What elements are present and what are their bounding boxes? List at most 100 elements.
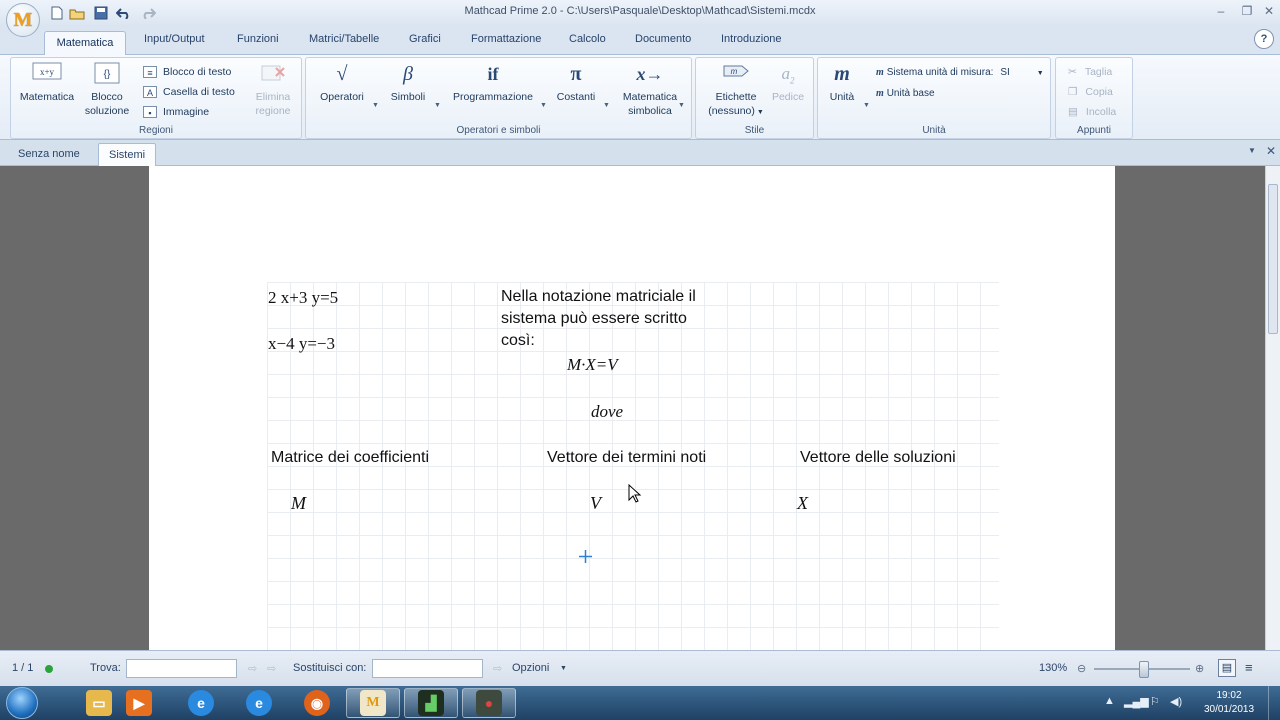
- trova-input[interactable]: [126, 659, 237, 678]
- group-appunti: ✂ Taglia ❐ Copia ▤ Incolla Appunti: [1055, 57, 1133, 139]
- taskbar-firefox[interactable]: ◉: [290, 688, 344, 718]
- group-unita: m Unità ▼ m Sistema unità di misura: SI …: [817, 57, 1051, 139]
- zoom-in-icon[interactable]: ⊕: [1195, 662, 1204, 675]
- opzioni-button[interactable]: Opzioni: [512, 662, 549, 674]
- text-box-icon: A: [143, 86, 157, 99]
- ie-icon: e: [246, 690, 272, 716]
- casella-di-testo-button[interactable]: A Casella di testo: [143, 86, 235, 99]
- costanti-dropdown-icon[interactable]: ▼: [603, 102, 610, 109]
- note-line-3[interactable]: così:: [501, 330, 535, 352]
- immagine-button[interactable]: ▪ Immagine: [143, 106, 209, 119]
- label-matrice-coefficienti[interactable]: Matrice dei coefficienti: [271, 447, 429, 469]
- close-icon[interactable]: ✕: [1258, 2, 1280, 20]
- page-view-icon[interactable]: ▤: [1218, 659, 1236, 677]
- math-region-icon: x+y: [17, 62, 77, 86]
- radical-icon: √: [336, 63, 348, 85]
- etichette-button[interactable]: m Etichette (nessuno) ▼: [704, 62, 768, 120]
- tab-matrici-tabelle[interactable]: Matrici/Tabelle: [309, 33, 379, 45]
- mathcad-logo-button[interactable]: M: [6, 3, 40, 37]
- operatori-button[interactable]: √ Operatori: [314, 62, 370, 104]
- simboli-button[interactable]: β Simboli: [386, 62, 430, 104]
- equation-1[interactable]: 2 x+3 y=5: [268, 288, 338, 308]
- app-icon: ●: [476, 690, 502, 716]
- pedice-button[interactable]: a2 Pedice: [768, 62, 808, 104]
- solve-block-icon: {}: [81, 62, 133, 86]
- find-options-icon[interactable]: ⇨: [267, 662, 276, 675]
- zoom-slider-thumb[interactable]: [1138, 661, 1149, 678]
- scrollbar-thumb[interactable]: [1268, 184, 1278, 334]
- matematica-simbolica-button[interactable]: x→ Matematica simbolica: [618, 62, 682, 118]
- worksheet-page[interactable]: 2 x+3 y=5 x−4 y=−3 Nella notazione matri…: [149, 166, 1115, 650]
- tab-introduzione[interactable]: Introduzione: [721, 33, 782, 45]
- programmazione-button[interactable]: if Programmazione: [449, 62, 537, 104]
- taskbar-terminal[interactable]: ▟: [404, 688, 458, 718]
- vertical-scrollbar[interactable]: [1265, 166, 1280, 650]
- incolla-button[interactable]: ▤ Incolla: [1068, 106, 1116, 118]
- tab-input-output[interactable]: Input/Output: [144, 33, 205, 45]
- tab-funzioni[interactable]: Funzioni: [237, 33, 279, 45]
- tab-grafici[interactable]: Grafici: [409, 33, 441, 45]
- note-line-1[interactable]: Nella notazione matriciale il: [501, 286, 696, 308]
- minimize-icon[interactable]: –: [1210, 2, 1232, 20]
- label-vettore-termini-noti[interactable]: Vettore dei termini noti: [547, 447, 706, 469]
- operatori-dropdown-icon[interactable]: ▼: [372, 102, 379, 109]
- blocco-soluzione-button[interactable]: {} Blocco soluzione: [81, 62, 133, 118]
- if-icon: if: [487, 64, 499, 84]
- unita-dropdown-icon[interactable]: ▼: [863, 102, 870, 109]
- mathcad-icon: M: [360, 690, 386, 716]
- group-label-regioni: Regioni: [139, 125, 173, 136]
- close-document-icon[interactable]: ✕: [1266, 144, 1276, 158]
- taglia-button[interactable]: ✂ Taglia: [1068, 66, 1112, 78]
- firefox-icon: ◉: [304, 690, 330, 716]
- unita-button[interactable]: m Unità: [824, 62, 860, 104]
- action-center-icon[interactable]: ⚐: [1150, 695, 1160, 708]
- tab-list-dropdown-icon[interactable]: ▼: [1248, 146, 1256, 155]
- note-line-2[interactable]: sistema può essere scritto: [501, 308, 687, 330]
- matematica-button[interactable]: x+y Matematica: [17, 62, 77, 104]
- taskbar-media-player[interactable]: ▶: [112, 688, 166, 718]
- find-next-icon[interactable]: ⇨: [248, 662, 257, 675]
- show-desktop-button[interactable]: [1268, 686, 1280, 720]
- sostituisci-input[interactable]: [372, 659, 483, 678]
- draft-view-icon[interactable]: ≡: [1245, 660, 1253, 675]
- variable-V[interactable]: V: [590, 493, 601, 514]
- taskbar-ie-1[interactable]: e: [174, 688, 228, 718]
- taskbar-ie-2[interactable]: e: [232, 688, 286, 718]
- sistema-unita-selector[interactable]: m Sistema unità di misura: SI ▼: [876, 66, 1044, 78]
- delete-region-icon: [249, 62, 297, 86]
- volume-icon[interactable]: ◀): [1170, 695, 1182, 708]
- simboli-dropdown-icon[interactable]: ▼: [434, 102, 441, 109]
- calc-status-icon: [45, 665, 53, 673]
- programmazione-dropdown-icon[interactable]: ▼: [540, 102, 547, 109]
- zoom-out-icon[interactable]: ⊖: [1077, 662, 1086, 675]
- opzioni-dropdown-icon[interactable]: ▼: [560, 665, 567, 672]
- dove-text[interactable]: dove: [591, 402, 623, 422]
- taskbar-mathcad[interactable]: M: [346, 688, 400, 718]
- taskbar-app[interactable]: ●: [462, 688, 516, 718]
- copia-button[interactable]: ❐ Copia: [1068, 86, 1113, 98]
- tab-calcolo[interactable]: Calcolo: [569, 33, 606, 45]
- doc-tab-senza-nome[interactable]: Senza nome: [8, 143, 90, 166]
- variable-M[interactable]: M: [291, 493, 306, 514]
- matematica-simbolica-dropdown-icon[interactable]: ▼: [678, 102, 685, 109]
- elimina-regione-button[interactable]: Elimina regione: [249, 62, 297, 118]
- tab-documento[interactable]: Documento: [635, 33, 691, 45]
- label-vettore-soluzioni[interactable]: Vettore delle soluzioni: [800, 447, 956, 469]
- costanti-button[interactable]: π Costanti: [554, 62, 598, 104]
- system-clock[interactable]: 19:02 30/01/2013: [1198, 689, 1260, 717]
- unita-base-button[interactable]: m Unità base: [876, 87, 935, 99]
- restore-icon[interactable]: ❐: [1236, 2, 1258, 20]
- tab-formattazione[interactable]: Formattazione: [471, 33, 541, 45]
- variable-X[interactable]: X: [797, 493, 808, 514]
- equation-2[interactable]: x−4 y=−3: [268, 334, 335, 354]
- subscript-icon: a2: [781, 64, 795, 86]
- network-icon[interactable]: ▂▄▆: [1124, 695, 1149, 708]
- replace-icon[interactable]: ⇨: [493, 662, 502, 675]
- show-hidden-icons[interactable]: ▲: [1104, 695, 1115, 707]
- matrix-equation[interactable]: M·X=V: [567, 355, 618, 375]
- tab-matematica[interactable]: Matematica: [44, 31, 126, 55]
- doc-tab-sistemi[interactable]: Sistemi: [98, 143, 157, 166]
- start-button-icon[interactable]: [6, 687, 38, 719]
- help-icon[interactable]: ?: [1254, 29, 1274, 49]
- blocco-di-testo-button[interactable]: ≡ Blocco di testo: [143, 66, 231, 79]
